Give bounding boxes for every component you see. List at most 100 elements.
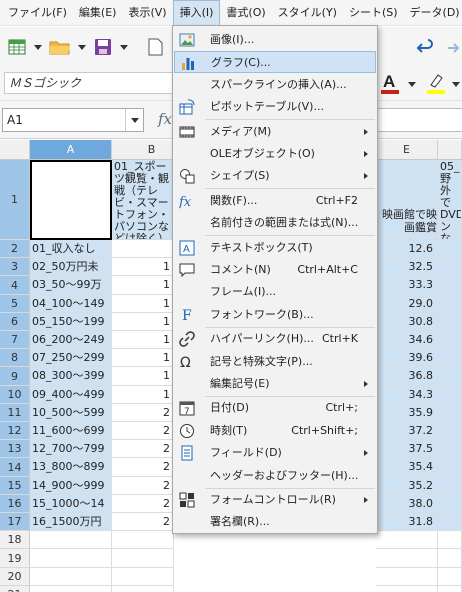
table-cell[interactable]: 12.6 [376,240,438,258]
row-header[interactable]: 9 [0,367,30,386]
table-cell[interactable]: 35.4 [376,458,438,477]
redo-icon[interactable] [440,36,462,58]
table-cell[interactable]: 2 [112,458,174,477]
menu-format[interactable]: 書式(O) [220,0,271,26]
table-cell[interactable] [438,495,462,513]
table-cell[interactable]: 2 [112,440,174,458]
function-wizard-icon[interactable]: fx [158,110,172,128]
table-cell[interactable]: 1 [112,349,174,367]
undo-icon[interactable] [414,36,436,58]
table-cell[interactable] [112,531,174,549]
table-cell[interactable]: 15_1000～14 [30,495,112,513]
table-cell[interactable]: 38.0 [376,495,438,513]
column-header-f[interactable] [438,140,462,160]
menu-insert[interactable]: 挿入(I) [172,0,221,26]
open-dropdown-icon[interactable] [78,45,86,50]
table-cell[interactable]: 1 [112,386,174,404]
table-cell[interactable] [438,549,462,568]
row-header[interactable]: 14 [0,458,30,477]
cell-b1[interactable]: 01_スポーツ観覧・観戦（テレビ・スマートフォン・パソコンなどは除く） [112,160,174,240]
row-header[interactable]: 19 [0,549,30,568]
table-cell[interactable]: 1 [112,258,174,276]
menu-styles[interactable]: スタイル(Y) [272,0,343,26]
table-cell[interactable] [112,586,174,592]
new-dropdown-icon[interactable] [34,45,42,50]
table-cell[interactable]: 34.3 [376,386,438,404]
table-cell[interactable] [376,549,438,568]
row-header[interactable]: 10 [0,386,30,404]
table-cell[interactable]: 2 [112,422,174,440]
table-cell[interactable]: 16_1500万円 [30,513,112,531]
menu-item-time[interactable]: 時刻(T) Ctrl+Shift+; [174,420,376,442]
table-cell[interactable] [438,586,462,592]
table-cell[interactable]: 1 [112,313,174,331]
table-cell[interactable]: 04_100～149 [30,295,112,313]
table-cell[interactable]: 32.5 [376,258,438,276]
row-header[interactable]: 8 [0,349,30,367]
column-header-e[interactable]: E [376,140,438,160]
menu-item-fontwork[interactable]: F フォントワーク(B)... [174,304,376,326]
table-cell[interactable]: 08_300～399 [30,367,112,386]
row-header[interactable]: 18 [0,531,30,549]
table-cell[interactable]: 06_200～249 [30,331,112,349]
table-cell[interactable]: 39.6 [376,349,438,367]
row-header[interactable]: 3 [0,258,30,276]
menu-item-shape[interactable]: シェイプ(S) [174,165,376,187]
table-cell[interactable]: 36.8 [376,367,438,386]
table-cell[interactable]: 29.0 [376,295,438,313]
row-header[interactable]: 20 [0,568,30,586]
menu-item-pivot-table[interactable]: ピボットテーブル(V)... [174,96,376,118]
menu-item-frame[interactable]: フレーム(I)... [174,281,376,303]
table-cell[interactable] [30,568,112,586]
table-cell[interactable]: 37.2 [376,422,438,440]
open-folder-icon[interactable] [48,36,72,58]
table-cell[interactable] [438,513,462,531]
table-cell[interactable]: 02_50万円未 [30,258,112,276]
menu-item-textbox[interactable]: A テキストボックス(T) [174,237,376,259]
menu-item-sparkline[interactable]: スパークラインの挿入(A)... [174,74,376,96]
table-cell[interactable] [112,549,174,568]
menu-item-signature-line[interactable]: 署名欄(R)... [174,511,376,533]
menu-item-named-range[interactable]: 名前付きの範囲または式(N)... [174,212,376,234]
table-cell[interactable]: 13_800～899 [30,458,112,477]
table-cell[interactable]: 07_250～299 [30,349,112,367]
table-cell[interactable]: 34.6 [376,331,438,349]
table-cell[interactable]: 14_900～999 [30,477,112,495]
cell-a1[interactable] [30,160,112,240]
table-cell[interactable]: 2 [112,404,174,422]
table-cell[interactable]: 2 [112,495,174,513]
row-header[interactable]: 11 [0,404,30,422]
cell-f1[interactable]: 05_野外で DVD ンな [438,160,462,240]
table-cell[interactable]: 1 [112,276,174,295]
font-name-box[interactable]: ＭＳゴシック [4,72,174,94]
table-cell[interactable]: 10_500～599 [30,404,112,422]
name-box[interactable]: A1 [2,108,144,132]
menu-item-date[interactable]: 7 日付(D) Ctrl+; [174,397,376,419]
table-cell[interactable]: 30.8 [376,313,438,331]
menu-item-hyperlink[interactable]: ハイパーリンク(H)... Ctrl+K [174,328,376,350]
table-cell[interactable]: 1 [112,295,174,313]
table-cell[interactable]: 37.5 [376,440,438,458]
new-spreadsheet-icon[interactable] [6,36,28,58]
row-header[interactable]: 21 [0,586,30,592]
row-header[interactable]: 2 [0,240,30,258]
select-all-corner[interactable] [0,140,30,160]
table-cell[interactable] [438,367,462,386]
table-cell[interactable] [30,586,112,592]
table-cell[interactable]: 33.3 [376,276,438,295]
row-header[interactable]: 16 [0,495,30,513]
row-header[interactable]: 4 [0,276,30,295]
table-cell[interactable] [438,531,462,549]
table-cell[interactable]: 1 [112,367,174,386]
table-cell[interactable] [438,386,462,404]
table-cell[interactable] [30,549,112,568]
table-cell[interactable]: 1 [112,331,174,349]
table-cell[interactable]: 2 [112,477,174,495]
row-header[interactable]: 6 [0,313,30,331]
cell-e1[interactable]: 映画館で映画鑑賞 [376,160,438,240]
table-cell[interactable] [376,531,438,549]
font-color-dropdown-icon[interactable] [408,82,416,87]
table-cell[interactable] [438,568,462,586]
menu-item-ole-object[interactable]: OLEオブジェクト(O) [174,143,376,165]
table-cell[interactable]: 11_600～699 [30,422,112,440]
